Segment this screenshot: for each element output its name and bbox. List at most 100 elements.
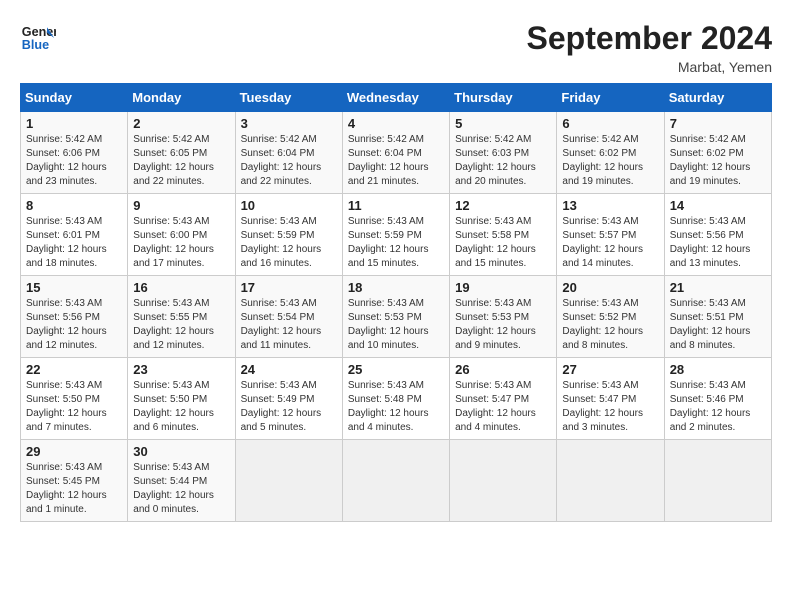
sunrise-line: Sunrise: 5:43 AM [670, 380, 746, 391]
sunset-line: Sunset: 5:56 PM [26, 312, 100, 323]
sunset-line: Sunset: 5:44 PM [133, 476, 207, 487]
day-info: Sunrise: 5:43 AMSunset: 5:47 PMDaylight:… [455, 379, 551, 435]
daylight-minutes: and 19 minutes. [562, 176, 633, 187]
day-number: 4 [348, 116, 444, 131]
weekday-header-saturday: Saturday [664, 84, 771, 112]
daylight-line: Daylight: 12 hours [241, 162, 322, 173]
calendar-week-5: 29Sunrise: 5:43 AMSunset: 5:45 PMDayligh… [21, 440, 772, 522]
day-number: 16 [133, 280, 229, 295]
day-info: Sunrise: 5:43 AMSunset: 5:55 PMDaylight:… [133, 297, 229, 353]
sunset-line: Sunset: 5:54 PM [241, 312, 315, 323]
daylight-minutes: and 8 minutes. [670, 340, 736, 351]
sunset-line: Sunset: 6:04 PM [241, 148, 315, 159]
sunset-line: Sunset: 6:03 PM [455, 148, 529, 159]
day-number: 20 [562, 280, 658, 295]
day-info: Sunrise: 5:43 AMSunset: 5:49 PMDaylight:… [241, 379, 337, 435]
day-info: Sunrise: 5:42 AMSunset: 6:04 PMDaylight:… [241, 133, 337, 189]
calendar-cell [664, 440, 771, 522]
daylight-line: Daylight: 12 hours [670, 326, 751, 337]
sunrise-line: Sunrise: 5:42 AM [26, 134, 102, 145]
sunrise-line: Sunrise: 5:42 AM [455, 134, 531, 145]
day-number: 22 [26, 362, 122, 377]
calendar-cell: 28Sunrise: 5:43 AMSunset: 5:46 PMDayligh… [664, 358, 771, 440]
day-number: 15 [26, 280, 122, 295]
sunrise-line: Sunrise: 5:43 AM [455, 216, 531, 227]
calendar-cell: 2Sunrise: 5:42 AMSunset: 6:05 PMDaylight… [128, 112, 235, 194]
calendar-cell: 1Sunrise: 5:42 AMSunset: 6:06 PMDaylight… [21, 112, 128, 194]
calendar-cell: 29Sunrise: 5:43 AMSunset: 5:45 PMDayligh… [21, 440, 128, 522]
day-number: 27 [562, 362, 658, 377]
sunset-line: Sunset: 6:02 PM [670, 148, 744, 159]
daylight-line: Daylight: 12 hours [348, 408, 429, 419]
daylight-minutes: and 8 minutes. [562, 340, 628, 351]
sunrise-line: Sunrise: 5:43 AM [348, 216, 424, 227]
sunrise-line: Sunrise: 5:42 AM [670, 134, 746, 145]
day-info: Sunrise: 5:43 AMSunset: 5:59 PMDaylight:… [348, 215, 444, 271]
sunset-line: Sunset: 6:00 PM [133, 230, 207, 241]
sunset-line: Sunset: 6:04 PM [348, 148, 422, 159]
daylight-minutes: and 21 minutes. [348, 176, 419, 187]
sunset-line: Sunset: 5:48 PM [348, 394, 422, 405]
sunrise-line: Sunrise: 5:42 AM [133, 134, 209, 145]
weekday-header-row: SundayMondayTuesdayWednesdayThursdayFrid… [21, 84, 772, 112]
daylight-minutes: and 12 minutes. [26, 340, 97, 351]
calendar-cell: 3 Sunrise: 5:42 AMSunset: 6:04 PMDaylight… [235, 112, 342, 194]
day-number: 5 [455, 116, 551, 131]
calendar-cell: 15Sunrise: 5:43 AMSunset: 5:56 PMDayligh… [21, 276, 128, 358]
calendar-cell: 8Sunrise: 5:43 AMSunset: 6:01 PMDaylight… [21, 194, 128, 276]
daylight-line: Daylight: 12 hours [133, 162, 214, 173]
calendar-cell: 19Sunrise: 5:43 AMSunset: 5:53 PMDayligh… [450, 276, 557, 358]
daylight-line: Daylight: 12 hours [26, 162, 107, 173]
calendar-cell: 13Sunrise: 5:43 AMSunset: 5:57 PMDayligh… [557, 194, 664, 276]
day-number: 25 [348, 362, 444, 377]
day-number: 10 [241, 198, 337, 213]
calendar-cell: 7Sunrise: 5:42 AMSunset: 6:02 PMDaylight… [664, 112, 771, 194]
calendar-cell: 21Sunrise: 5:43 AMSunset: 5:51 PMDayligh… [664, 276, 771, 358]
sunrise-line: Sunrise: 5:43 AM [241, 216, 317, 227]
sunset-line: Sunset: 5:49 PM [241, 394, 315, 405]
calendar-cell: 25Sunrise: 5:43 AMSunset: 5:48 PMDayligh… [342, 358, 449, 440]
calendar-week-4: 22Sunrise: 5:43 AMSunset: 5:50 PMDayligh… [21, 358, 772, 440]
day-info: Sunrise: 5:42 AMSunset: 6:04 PMDaylight:… [348, 133, 444, 189]
day-info: Sunrise: 5:43 AMSunset: 5:53 PMDaylight:… [348, 297, 444, 353]
day-number: 3 [241, 116, 337, 131]
weekday-header-tuesday: Tuesday [235, 84, 342, 112]
sunrise-line: Sunrise: 5:43 AM [562, 380, 638, 391]
day-number: 7 [670, 116, 766, 131]
calendar-cell: 27Sunrise: 5:43 AMSunset: 5:47 PMDayligh… [557, 358, 664, 440]
daylight-minutes: and 14 minutes. [562, 258, 633, 269]
logo-icon: General Blue [20, 20, 56, 56]
sunset-line: Sunset: 5:59 PM [348, 230, 422, 241]
day-number: 28 [670, 362, 766, 377]
sunset-line: Sunset: 5:58 PM [455, 230, 529, 241]
calendar-cell: 11Sunrise: 5:43 AMSunset: 5:59 PMDayligh… [342, 194, 449, 276]
daylight-line: Daylight: 12 hours [26, 408, 107, 419]
sunrise-line: Sunrise: 5:43 AM [455, 380, 531, 391]
sunrise-line: Sunrise: 5:43 AM [562, 216, 638, 227]
sunset-line: Sunset: 5:57 PM [562, 230, 636, 241]
daylight-line: Daylight: 12 hours [241, 244, 322, 255]
daylight-minutes: and 6 minutes. [133, 422, 199, 433]
day-info: Sunrise: 5:42 AMSunset: 6:03 PMDaylight:… [455, 133, 551, 189]
day-number: 17 [241, 280, 337, 295]
daylight-minutes: and 3 minutes. [562, 422, 628, 433]
daylight-line: Daylight: 12 hours [348, 162, 429, 173]
day-number: 29 [26, 444, 122, 459]
day-info: Sunrise: 5:43 AMSunset: 6:00 PMDaylight:… [133, 215, 229, 271]
daylight-minutes: and 22 minutes. [133, 176, 204, 187]
daylight-line: Daylight: 12 hours [348, 326, 429, 337]
sunset-line: Sunset: 6:06 PM [26, 148, 100, 159]
day-number: 19 [455, 280, 551, 295]
day-info: Sunrise: 5:43 AMSunset: 5:52 PMDaylight:… [562, 297, 658, 353]
daylight-minutes: and 5 minutes. [241, 422, 307, 433]
calendar-week-2: 8Sunrise: 5:43 AMSunset: 6:01 PMDaylight… [21, 194, 772, 276]
calendar-cell: 22Sunrise: 5:43 AMSunset: 5:50 PMDayligh… [21, 358, 128, 440]
sunset-line: Sunset: 6:05 PM [133, 148, 207, 159]
weekday-header-wednesday: Wednesday [342, 84, 449, 112]
daylight-minutes: and 19 minutes. [670, 176, 741, 187]
daylight-line: Daylight: 12 hours [670, 408, 751, 419]
calendar-week-3: 15Sunrise: 5:43 AMSunset: 5:56 PMDayligh… [21, 276, 772, 358]
daylight-line: Daylight: 12 hours [241, 326, 322, 337]
daylight-minutes: and 22 minutes. [241, 176, 312, 187]
daylight-minutes: and 10 minutes. [348, 340, 419, 351]
